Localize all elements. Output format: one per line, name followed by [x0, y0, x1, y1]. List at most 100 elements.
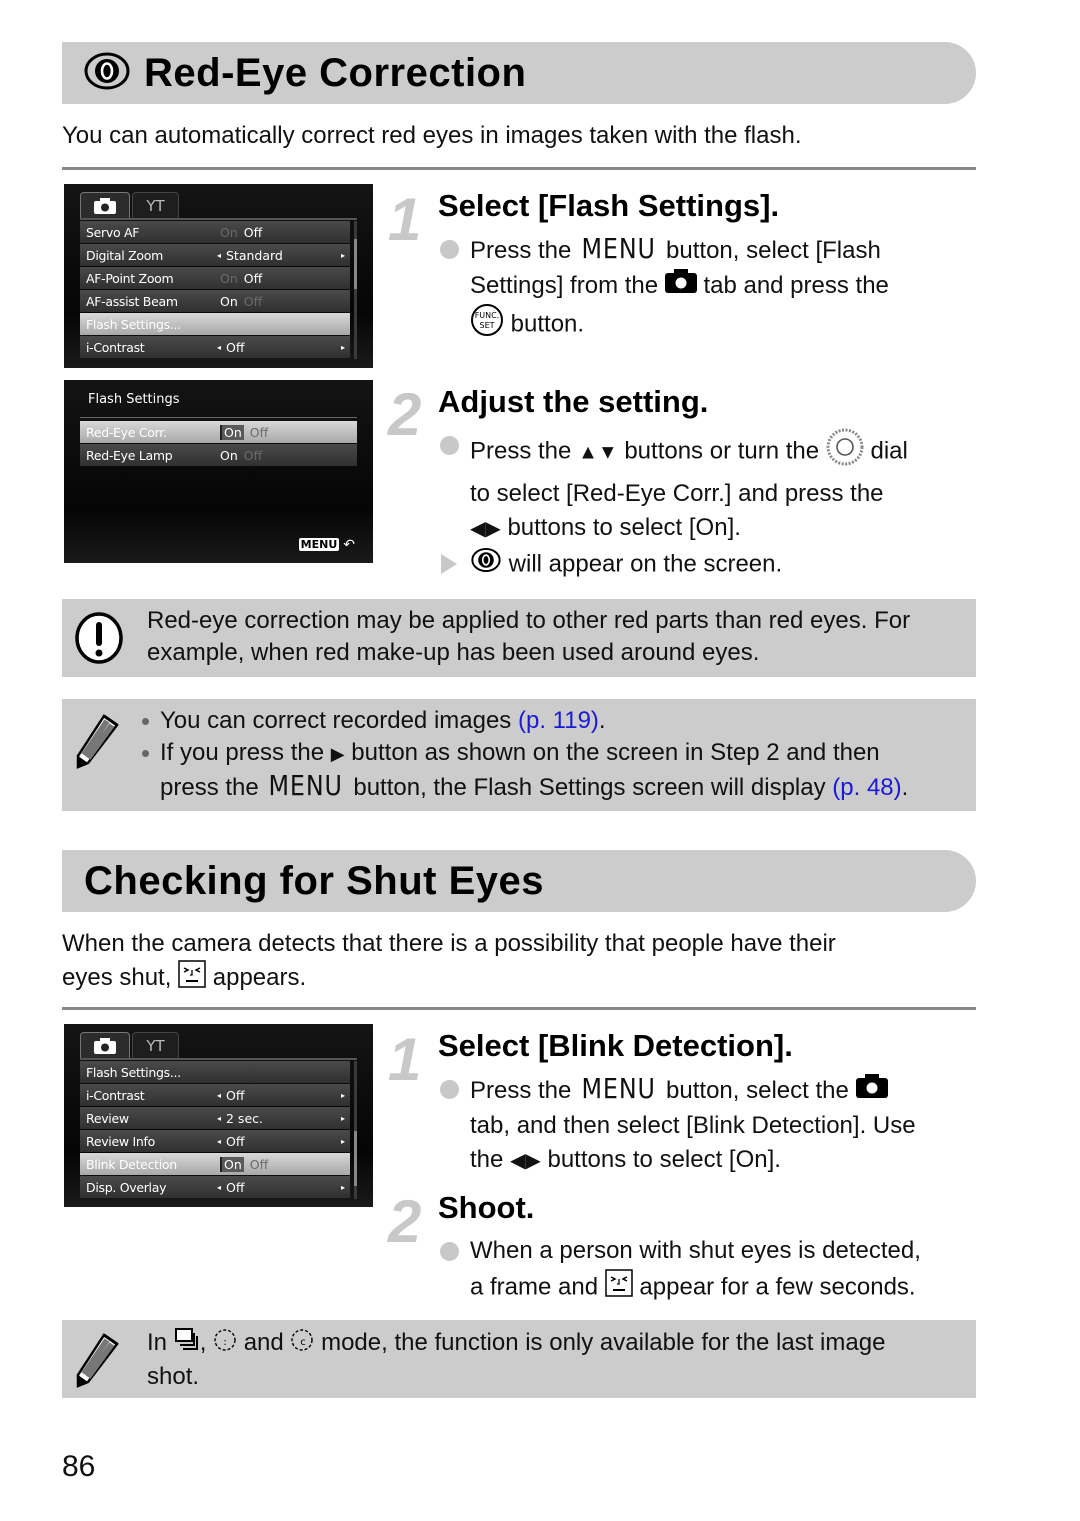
- note-item: You can correct recorded images (p. 119)…: [142, 705, 956, 737]
- settings-tab: ΥT: [132, 1032, 179, 1058]
- menu-row-toggle: On Off: [220, 448, 262, 463]
- left-arrow-icon: ◂: [217, 1136, 222, 1146]
- menu-row-label: Digital Zoom: [86, 247, 163, 263]
- camera-menu-screen: ΥT Servo AF On Off Digital Zoom ◂ Standard ▸ AF…: [64, 184, 373, 368]
- toggle-option[interactable]: On: [220, 294, 238, 309]
- step-number: 2: [388, 1188, 422, 1255]
- menu-row[interactable]: i-Contrast ◂ Off ▸: [80, 336, 350, 358]
- menu-row[interactable]: Servo AF On Off: [80, 221, 350, 243]
- left-arrow-icon: ◂: [217, 342, 222, 352]
- menu-row[interactable]: Red-Eye Corr. On Off: [80, 421, 357, 443]
- menu-row-label: Disp. Overlay: [86, 1179, 167, 1195]
- tools-icon: ΥT: [146, 196, 165, 215]
- toggle-option[interactable]: Off: [250, 425, 268, 440]
- page-number: 86: [62, 1450, 96, 1483]
- step-title: Adjust the setting.: [438, 384, 709, 419]
- toggle-option[interactable]: Off: [244, 225, 262, 240]
- menu-row[interactable]: Blink Detection On Off: [80, 1153, 350, 1175]
- camera-tab: [80, 1032, 130, 1058]
- svg-text:SET: SET: [479, 321, 494, 330]
- menu-row-label: Flash Settings...: [86, 316, 181, 332]
- left-arrow-icon: ◂: [217, 250, 222, 260]
- page-link[interactable]: (p. 119): [518, 707, 599, 734]
- divider: [62, 167, 976, 170]
- settings-tab: ΥT: [132, 192, 179, 218]
- menu-row-label: Flash Settings...: [86, 1064, 181, 1080]
- camera-icon: [664, 268, 697, 304]
- toggle-option[interactable]: Off: [244, 448, 262, 463]
- continuous-shooting-icon: [174, 1327, 200, 1360]
- toggle-option[interactable]: On: [220, 448, 238, 463]
- camera-icon: [855, 1074, 888, 1109]
- left-arrow-icon: ◂: [217, 1090, 222, 1100]
- right-arrow-icon: ▶: [330, 744, 345, 764]
- menu-row-label: Servo AF: [86, 224, 140, 240]
- step-number: 1: [388, 1026, 422, 1093]
- section-header-shut-eyes: Checking for Shut Eyes: [62, 850, 976, 912]
- step-body: When a person with shut eyes is detected…: [438, 1234, 983, 1307]
- left-arrow-icon: ◂: [217, 1182, 222, 1192]
- flash-settings-title: Flash Settings: [88, 392, 180, 407]
- right-arrow-icon: ▸: [340, 1090, 345, 1100]
- menu-row-label: Review Info: [86, 1133, 155, 1149]
- notes-list: You can correct recorded images (p. 119)…: [142, 705, 956, 804]
- step-title: Select [Flash Settings].: [438, 188, 780, 223]
- menu-row-toggle: On Off: [220, 1156, 268, 1172]
- section-intro: You can automatically correct red eyes i…: [62, 122, 802, 149]
- menu-row-label: Red-Eye Corr.: [86, 424, 167, 440]
- pencil-icon: [74, 1332, 120, 1393]
- toggle-option[interactable]: On: [220, 225, 238, 240]
- step-title: Shoot.: [438, 1190, 535, 1225]
- divider: [62, 1007, 976, 1010]
- section-title: Red-Eye Correction: [144, 50, 527, 95]
- menu-row-label: Review: [86, 1110, 129, 1126]
- step-body: Press the MENU button, select the tab, a…: [438, 1072, 983, 1179]
- page-link[interactable]: (p. 48): [832, 774, 901, 801]
- toggle-option[interactable]: Off: [250, 1157, 268, 1172]
- caution-box: Red-eye correction may be applied to oth…: [62, 599, 976, 677]
- flash-settings-screen: Flash Settings Red-Eye Corr. On Off Red-Eye…: [64, 380, 373, 563]
- section-intro: When the camera detects that there is a …: [62, 928, 836, 997]
- blink-warning-icon: [605, 1268, 633, 1308]
- menu-back-hint: MENU ↶: [298, 536, 355, 553]
- menu-row[interactable]: Digital Zoom ◂ Standard ▸: [80, 244, 350, 266]
- toggle-option[interactable]: On: [220, 1156, 244, 1172]
- menu-row[interactable]: AF-Point Zoom On Off: [80, 267, 350, 289]
- menu-row[interactable]: Red-Eye Lamp On Off: [80, 444, 357, 466]
- menu-row-toggle: On Off: [220, 271, 262, 286]
- camera-menu-screen: ΥT Flash Settings... i-Contrast ◂ Off ▸ Revie…: [64, 1024, 373, 1207]
- control-dial-icon: [826, 428, 864, 477]
- face-self-timer-icon: :: [213, 1326, 237, 1361]
- step-number: 1: [388, 186, 422, 253]
- menu-row-label: i-Contrast: [86, 1087, 145, 1103]
- right-arrow-icon: ▸: [340, 342, 345, 352]
- blink-warning-icon: [178, 960, 206, 997]
- custom-timer-icon: c: [290, 1326, 314, 1361]
- section-title: Checking for Shut Eyes: [84, 858, 544, 903]
- right-arrow-icon: ▸: [340, 1136, 345, 1146]
- menu-row[interactable]: Review ◂ 2 sec. ▸: [80, 1107, 350, 1129]
- menu-row[interactable]: Review Info ◂ Off ▸: [80, 1130, 350, 1152]
- step-number: 2: [388, 381, 422, 448]
- menu-row-value: Standard: [226, 247, 283, 263]
- menu-row-value: Off: [226, 339, 245, 355]
- menu-row-value: Off: [226, 1087, 245, 1103]
- toggle-option[interactable]: On: [220, 271, 238, 286]
- menu-row[interactable]: Flash Settings...: [80, 313, 350, 335]
- menu-row-value: 2 sec.: [226, 1110, 263, 1126]
- toggle-option[interactable]: Off: [244, 271, 262, 286]
- menu-badge: MENU: [298, 538, 340, 551]
- svg-text:c: c: [301, 1337, 307, 1348]
- toggle-option[interactable]: Off: [244, 294, 262, 309]
- caution-text: Red-eye correction may be applied to oth…: [147, 607, 911, 666]
- pencil-icon: [74, 713, 120, 774]
- menu-row[interactable]: i-Contrast ◂ Off ▸: [80, 1084, 350, 1106]
- right-arrow-icon: ▸: [340, 1182, 345, 1192]
- menu-row-label: AF-Point Zoom: [86, 270, 174, 286]
- toggle-option[interactable]: On: [220, 424, 244, 440]
- menu-row[interactable]: Disp. Overlay ◂ Off ▸: [80, 1176, 350, 1198]
- menu-row[interactable]: Flash Settings...: [80, 1061, 350, 1083]
- menu-row[interactable]: AF-assist Beam On Off: [80, 290, 350, 312]
- camera-tab: [80, 192, 130, 218]
- note-text: In , : and c mode, the function is only …: [147, 1326, 956, 1393]
